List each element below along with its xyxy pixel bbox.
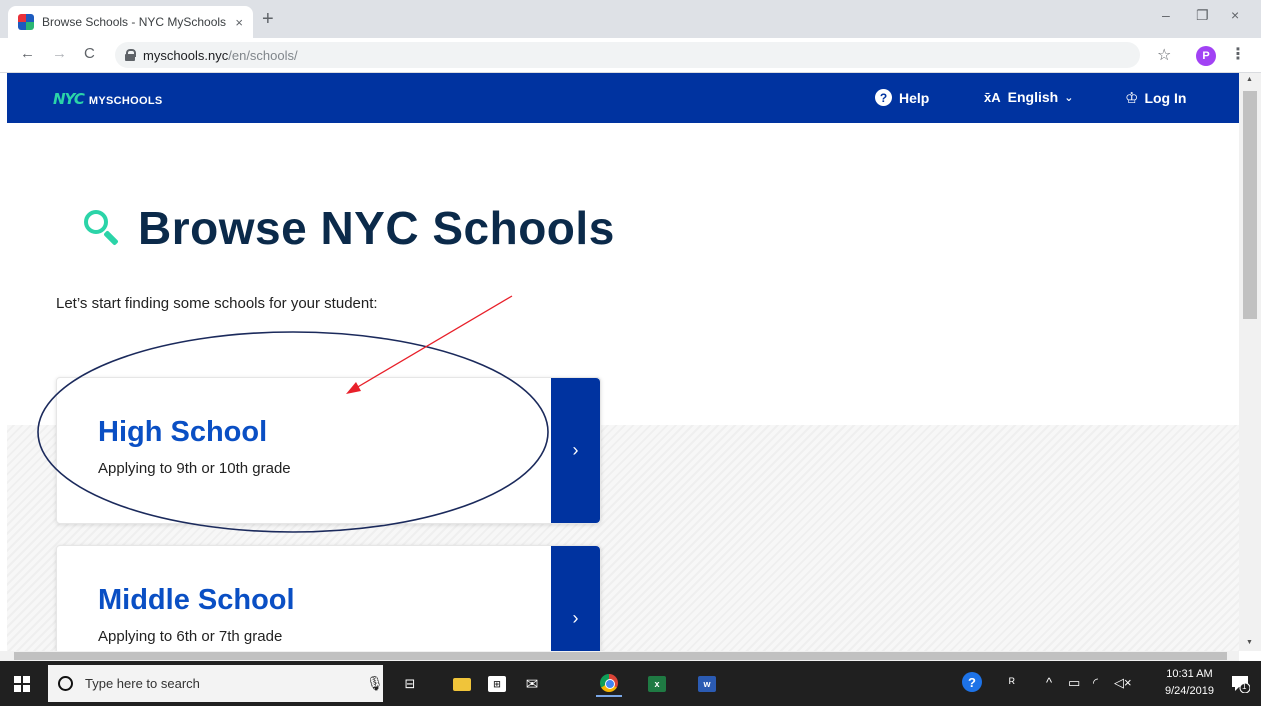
word-icon[interactable]: w — [694, 671, 720, 697]
mail-icon[interactable]: ✉ — [519, 671, 545, 697]
logo-nyc: NYC — [53, 90, 85, 108]
bookmark-star-icon[interactable]: ☆ — [1157, 45, 1171, 65]
minimize-icon[interactable]: – — [1162, 7, 1170, 23]
microphone-icon[interactable]: 🎙 — [366, 675, 384, 692]
window-close-icon[interactable]: × — [1231, 7, 1239, 23]
windows-taskbar: Type here to search 🎙 ⊟ ⊞ ✉ x w ? ᴿ ^ ▭ … — [0, 661, 1261, 706]
system-clock[interactable]: 10:31 AM 9/24/2019 — [1165, 666, 1214, 700]
page-title: Browse NYC Schools — [82, 201, 615, 255]
page-viewport: NYC MYSCHOOLS ? Help x̄A English ⌄ ♔ Log… — [0, 73, 1261, 651]
search-placeholder: Type here to search — [85, 676, 200, 691]
chevron-right-icon[interactable]: › — [551, 546, 600, 651]
middle-school-card[interactable]: Middle School Applying to 6th or 7th gra… — [56, 545, 601, 651]
site-header: NYC MYSCHOOLS ? Help x̄A English ⌄ ♔ Log… — [7, 73, 1239, 123]
page-title-text: Browse NYC Schools — [138, 202, 615, 254]
tab-title: Browse Schools - NYC MySchools — [42, 15, 227, 29]
reload-icon[interactable]: C — [84, 45, 95, 62]
wifi-icon[interactable]: ◜ — [1093, 675, 1098, 691]
taskbar-search-input[interactable]: Type here to search 🎙 — [48, 665, 384, 702]
task-view-icon[interactable]: ⊟ — [397, 671, 423, 697]
browser-menu-icon[interactable]: ⋮ — [1230, 44, 1246, 64]
store-icon[interactable]: ⊞ — [484, 671, 510, 697]
lock-icon — [125, 49, 136, 61]
card-subtitle: Applying to 9th or 10th grade — [98, 460, 291, 477]
help-link[interactable]: ? Help — [875, 89, 929, 106]
language-selector[interactable]: x̄A English ⌄ — [984, 89, 1073, 105]
url-host: myschools.nyc — [143, 47, 229, 63]
volume-icon[interactable]: ◁× — [1114, 675, 1132, 691]
browser-tab[interactable]: Browse Schools - NYC MySchools × — [8, 6, 253, 38]
back-arrow-icon[interactable]: ← — [20, 45, 35, 62]
browser-toolbar: ← → C myschools.nyc/en/schools/ ☆ P ⋮ — [0, 38, 1261, 73]
login-link[interactable]: ♔ Log In — [1125, 89, 1186, 107]
annotation-arrow-line — [355, 295, 513, 389]
profile-avatar[interactable]: P — [1196, 46, 1216, 66]
card-subtitle: Applying to 6th or 7th grade — [98, 628, 283, 645]
scroll-up-icon[interactable]: ▲ — [1246, 76, 1253, 83]
browser-tab-strip: Browse Schools - NYC MySchools × + – ❐ × — [0, 0, 1261, 38]
file-explorer-icon[interactable] — [449, 671, 475, 697]
help-icon: ? — [875, 89, 892, 106]
new-tab-button[interactable]: + — [262, 8, 274, 30]
notification-count: 1 — [1242, 682, 1247, 691]
site-logo[interactable]: NYC MYSCHOOLS — [53, 90, 162, 108]
login-icon: ♔ — [1125, 90, 1139, 107]
high-school-card[interactable]: High School Applying to 9th or 10th grad… — [56, 377, 601, 524]
forward-arrow-icon[interactable]: → — [52, 45, 67, 62]
logo-myschools: MYSCHOOLS — [88, 95, 163, 107]
intro-text: Let’s start finding some schools for you… — [56, 295, 378, 312]
battery-icon[interactable]: ▭ — [1068, 675, 1080, 691]
notification-icon[interactable]: 1 — [1230, 673, 1251, 694]
chevron-right-icon[interactable]: › — [551, 378, 600, 523]
horizontal-scrollbar[interactable] — [0, 651, 1239, 661]
horizontal-scroll-thumb[interactable] — [14, 652, 1227, 660]
windows-start-icon[interactable] — [14, 676, 30, 692]
help-tray-icon[interactable]: ? — [962, 672, 982, 692]
clock-date: 9/24/2019 — [1165, 685, 1214, 697]
vertical-scroll-thumb[interactable] — [1243, 91, 1257, 319]
people-icon[interactable]: ᴿ — [1009, 675, 1015, 690]
chrome-icon[interactable] — [596, 671, 622, 697]
language-label: English — [1007, 89, 1059, 105]
url-path: /en/schools/ — [228, 47, 298, 63]
help-label: Help — [899, 89, 930, 106]
excel-icon[interactable]: x — [644, 671, 670, 697]
login-label: Log In — [1144, 90, 1187, 106]
vertical-scrollbar[interactable]: ▲ ▼ — [1239, 73, 1261, 651]
card-heading: High School — [98, 416, 268, 448]
cortana-icon — [58, 676, 73, 691]
restore-icon[interactable]: ❐ — [1196, 7, 1209, 24]
search-icon — [82, 208, 122, 248]
clock-time: 10:31 AM — [1166, 668, 1213, 680]
tab-close-icon[interactable]: × — [235, 15, 243, 30]
site-favicon-icon — [18, 14, 34, 30]
card-heading: Middle School — [98, 584, 295, 616]
chevron-down-icon: ⌄ — [1064, 91, 1074, 104]
chevron-up-icon[interactable]: ^ — [1046, 675, 1052, 690]
scroll-down-icon[interactable]: ▼ — [1246, 639, 1253, 646]
screen: Browse Schools - NYC MySchools × + – ❐ ×… — [0, 0, 1261, 706]
translate-icon: x̄A — [984, 89, 1001, 105]
address-bar[interactable]: myschools.nyc/en/schools/ — [115, 42, 1140, 68]
